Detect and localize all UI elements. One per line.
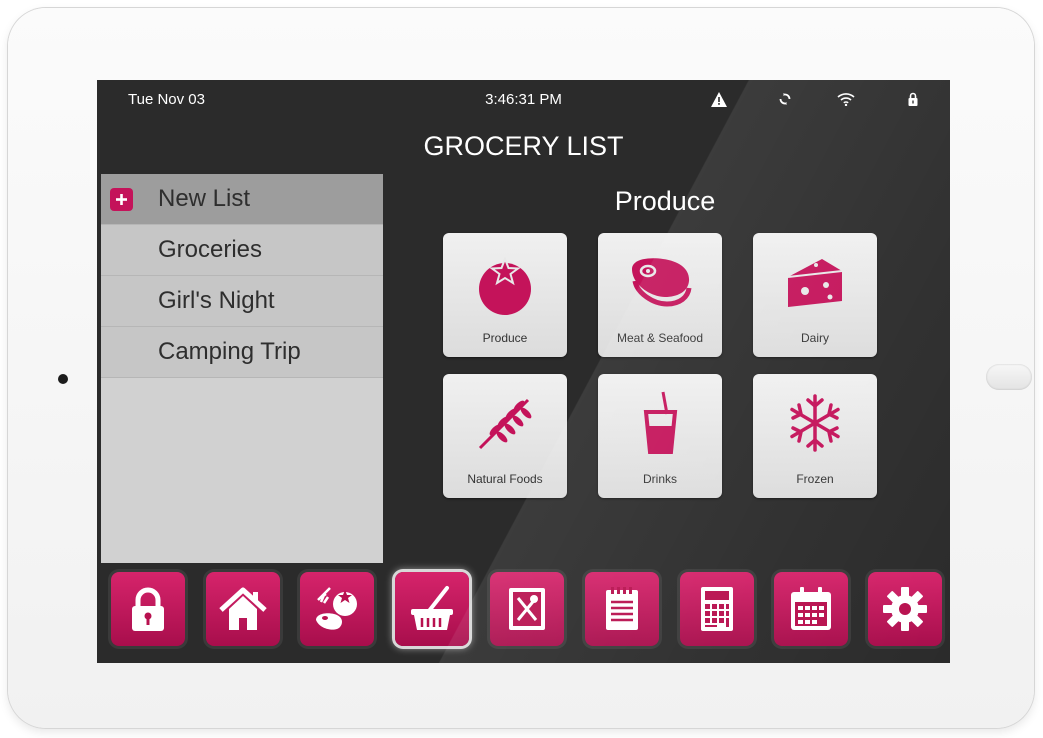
front-camera xyxy=(58,374,68,384)
tomato-icon xyxy=(479,256,531,315)
tile-label: Frozen xyxy=(796,472,834,486)
status-bar: Tue Nov 03 3:46:31 PM xyxy=(97,80,950,120)
tile-meat-seafood[interactable]: Meat & Seafood xyxy=(598,233,722,357)
snowflake-icon xyxy=(790,394,840,452)
tile-produce[interactable]: Produce xyxy=(443,233,567,357)
tile-dairy[interactable]: Dairy xyxy=(753,233,877,357)
tile-drinks[interactable]: Drinks xyxy=(598,374,722,498)
dock-notes-button[interactable] xyxy=(585,572,659,646)
new-list-button[interactable]: New List xyxy=(101,174,383,225)
category-title: Produce xyxy=(614,186,716,216)
dock-settings-button[interactable] xyxy=(868,572,942,646)
tile-label: Produce xyxy=(482,331,528,345)
list-item-groceries[interactable]: Groceries xyxy=(101,225,383,276)
cheese-icon xyxy=(787,259,843,307)
wifi-icon xyxy=(836,89,856,109)
food-icon xyxy=(316,587,357,630)
list-item-camping-trip[interactable]: Camping Trip xyxy=(101,327,383,378)
new-list-label: New List xyxy=(158,185,251,212)
tile-frozen[interactable]: Frozen xyxy=(753,374,877,498)
dock-calendar-button[interactable] xyxy=(774,572,848,646)
notepad-icon xyxy=(606,587,638,630)
screen: Tue Nov 03 3:46:31 PM GROCERY LIST New L… xyxy=(97,80,950,663)
dock-calculator-button[interactable] xyxy=(680,572,754,646)
lock-icon xyxy=(903,89,923,109)
plus-icon xyxy=(110,188,133,211)
home-icon xyxy=(219,587,267,630)
list-item-girls-night[interactable]: Girl's Night xyxy=(101,276,383,327)
tile-label: Meat & Seafood xyxy=(616,331,704,345)
steak-icon xyxy=(632,258,692,307)
drink-cup-icon xyxy=(643,391,678,454)
tile-label: Dairy xyxy=(800,331,829,345)
tile-label: Drinks xyxy=(642,472,677,486)
dock-grocery-list-button[interactable] xyxy=(395,572,469,646)
calendar-icon xyxy=(791,587,831,630)
warning-icon xyxy=(709,89,729,109)
calculator-icon xyxy=(701,587,733,631)
home-hardware-button[interactable] xyxy=(986,364,1032,390)
tile-natural-foods[interactable]: Natural Foods xyxy=(443,374,567,498)
list-item-label: Girl's Night xyxy=(158,287,275,314)
wheat-icon xyxy=(478,398,532,450)
sync-icon xyxy=(775,89,795,109)
page-title: GROCERY LIST xyxy=(423,131,624,161)
basket-icon xyxy=(411,586,453,630)
status-time: 3:46:31 PM xyxy=(485,91,562,108)
gear-icon xyxy=(883,587,927,631)
dock-recipes-button[interactable] xyxy=(490,572,564,646)
app-dock xyxy=(97,567,950,663)
dock-home-button[interactable] xyxy=(206,572,280,646)
lock-icon xyxy=(132,587,164,631)
lists-panel: New List Groceries Girl's Night Camping … xyxy=(101,174,383,563)
list-item-label: Camping Trip xyxy=(158,338,301,365)
list-item-label: Groceries xyxy=(158,236,263,263)
tile-label: Natural Foods xyxy=(467,472,543,486)
dock-lock-button[interactable] xyxy=(111,572,185,646)
dock-food-button[interactable] xyxy=(300,572,374,646)
recipe-book-icon xyxy=(509,588,545,630)
